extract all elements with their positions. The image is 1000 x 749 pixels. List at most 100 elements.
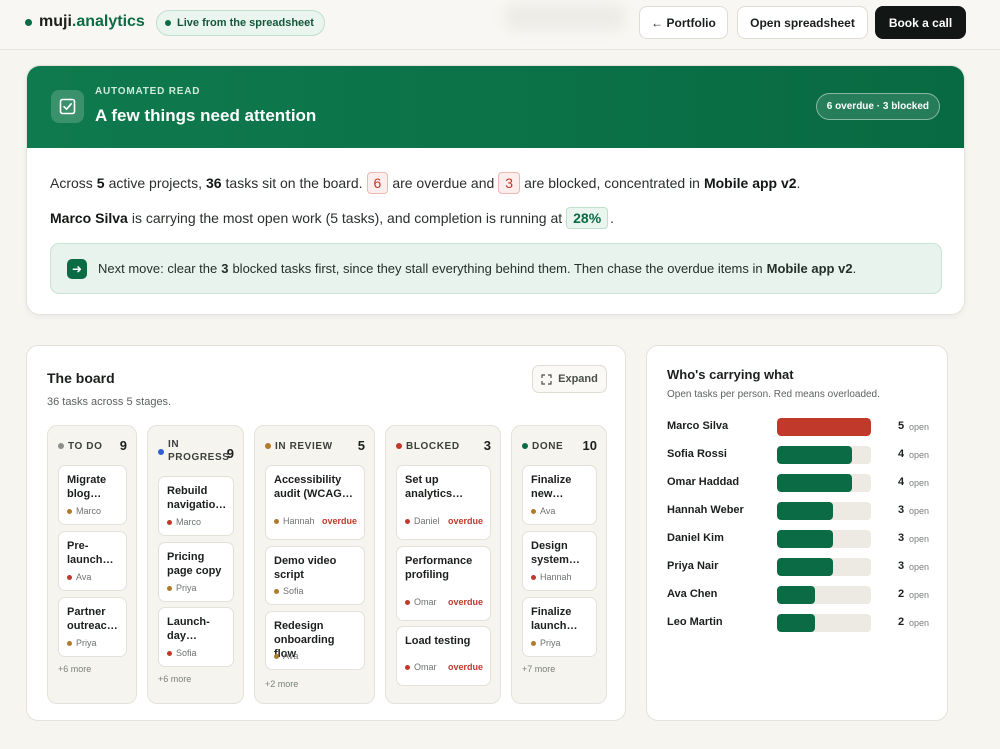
open-count: 3 [898,560,905,572]
task-card[interactable]: Rebuild navigatio… Marco [158,476,234,536]
open-count: 3 [898,504,905,516]
task-card[interactable]: Demo video script Sofia [265,546,365,605]
more-tasks-link[interactable]: +6 more [158,674,191,684]
summary-line-1: Across 5 active projects, 36 tasks sit on th… [50,170,940,196]
assignee-name: Omar [414,597,437,607]
automated-read-title: A few things need attention [95,106,317,125]
open-spreadsheet-button[interactable]: Open spreadsheet [737,6,868,39]
overdue-count-chip: 6 [366,172,389,194]
next-move-callout: ➜ Next move: clear the 3 blocked tasks fir… [50,243,942,294]
expand-button[interactable]: Expand [532,365,607,393]
person-row: Hannah Weber 3 open [667,502,937,520]
task-title: Design system… [531,540,580,566]
task-card[interactable]: Finalize launch… Priya [522,597,597,657]
expand-label: Expand [558,373,598,385]
assignee-name: Hannah [540,572,572,582]
overdue-label: overdue [447,516,483,526]
book-call-button[interactable]: Book a call [875,6,966,39]
person-name: Daniel Kim [667,532,724,544]
project-count: 5 [96,175,105,191]
blocked-count-chip: 3 [498,172,521,194]
workload-bar [777,474,853,492]
column-count: 9 [119,438,127,453]
workload-bar-track [777,418,871,436]
summary-text: . [796,175,801,191]
task-card[interactable]: Finalize new… Ava [522,465,597,525]
workload-bar-track [777,586,871,604]
task-assignee: Hannah [274,516,315,526]
next-move-text: blocked tasks first, since they stall ev… [232,261,763,276]
column-header: IN REVIEW 5 [265,438,365,454]
overdue-label: overdue [321,516,357,526]
assignee-name: Priya [540,638,561,648]
task-card[interactable]: Accessibility audit (WCAG… Hannah overdu… [265,465,365,540]
assignee-name: Daniel [414,516,440,526]
task-assignee: Daniel [405,516,440,526]
task-card[interactable]: Launch-day… Sofia [158,607,234,667]
live-dot-icon [165,20,171,26]
task-card[interactable]: Set up analytics… Daniel overdue [396,465,491,540]
assignee-name: Hannah [283,516,315,526]
board-subtitle: 36 tasks across 5 stages. [47,396,172,408]
overdue-blocked-badge: 6 overdue · 3 blocked [815,93,940,120]
person-name: Ava Chen [667,588,718,600]
task-card[interactable]: Design system… Hannah [522,531,597,591]
more-tasks-link[interactable]: +7 more [522,664,555,674]
task-card[interactable]: Performance profiling Omar overdue [396,546,491,621]
task-title: Demo video script [274,555,337,581]
avatar-dot-icon [531,574,536,580]
column-count: 10 [582,438,597,453]
column-count: 9 [226,446,234,461]
task-assignee: Marco [67,506,101,516]
assignee-name: Sofia [283,586,304,596]
person-row: Priya Nair 3 open [667,558,937,576]
task-card[interactable]: Pricing page copy Priya [158,542,234,602]
task-card[interactable]: Migrate blog… Marco [58,465,127,525]
column-header: BLOCKED 3 [396,438,491,454]
project-name: Mobile app v2 [766,261,853,276]
overdue-label: overdue [447,597,483,607]
workload-bar-track [777,614,871,632]
open-count: 2 [898,588,905,600]
next-move-text: . [852,261,857,276]
task-card[interactable]: Load testing Omar overdue [396,626,491,686]
task-assignee: Priya [531,638,561,648]
open-label: open [909,618,930,628]
task-title: Pre-launch… [67,540,114,566]
overdue-label: overdue [447,662,483,672]
open-label: open [909,506,930,516]
person-name: Sofia Rossi [667,448,727,460]
portfolio-button[interactable]: ← Portfolio [639,6,728,39]
task-title: Pricing page copy [167,551,222,577]
expand-icon [541,373,552,385]
live-status-label: Live from the spreadsheet [177,17,314,29]
assignee-name: Omar [414,662,437,672]
board-card: The board 36 tasks across 5 stages. Expa… [26,345,626,721]
person-row: Marco Silva 5 open [667,418,937,436]
task-title: Set up analytics… [405,474,464,500]
status-dot-icon [522,443,528,449]
board-column-done: DONE 10 Finalize new… Ava Design system…… [511,425,607,704]
open-label: open [909,562,930,572]
person-name: Priya Nair [667,560,719,572]
task-card[interactable]: Redesign onboarding flow Ava [265,611,365,670]
board-title: The board [47,370,115,386]
task-card[interactable]: Pre-launch… Ava [58,531,127,591]
workload-bar [777,558,834,576]
workload-subtitle: Open tasks per person. Red means overloa… [667,389,880,400]
summary-text: tasks sit on the board. [225,175,363,191]
person-row: Leo Martin 2 open [667,614,937,632]
assignee-name: Marco [176,517,202,527]
task-card[interactable]: Partner outreac… Priya [58,597,127,657]
avatar-dot-icon [405,599,410,605]
brand-logo[interactable]: muji.analytics [25,13,145,31]
top-bar: muji.analytics Live from the spreadsheet… [0,0,1000,50]
project-name: Mobile app v2 [703,175,797,191]
more-tasks-link[interactable]: +2 more [265,679,298,689]
more-tasks-link[interactable]: +6 more [58,664,91,674]
column-count: 3 [483,438,491,453]
open-label: open [909,534,930,544]
open-label: open [909,422,930,432]
column-name: IN PROGRESS [168,438,229,464]
column-name: BLOCKED [406,441,460,452]
